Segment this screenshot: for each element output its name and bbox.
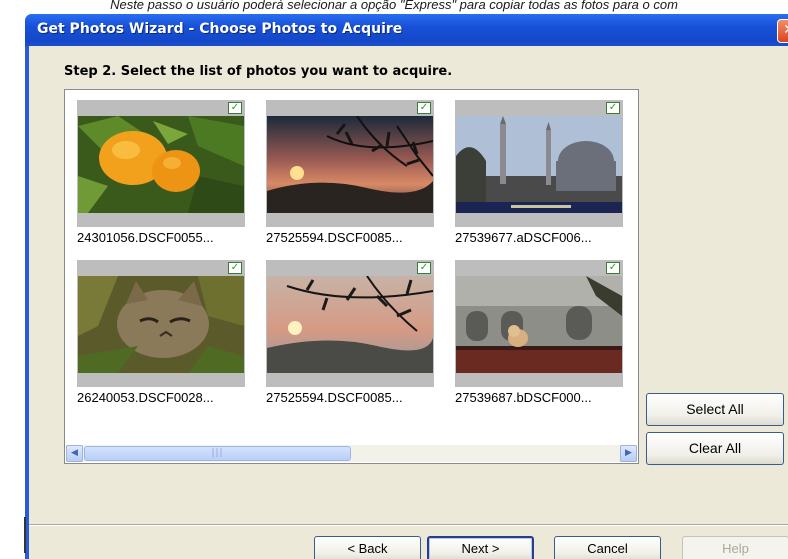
photo-thumbnail [267,276,433,373]
window-title: Get Photos Wizard - Choose Photos to Acq… [37,21,403,37]
cancel-button[interactable]: Cancel [554,536,661,559]
help-button[interactable]: Help [682,536,788,559]
photo-checkbox[interactable]: ✓ [606,262,620,274]
checkmark-icon: ✓ [608,262,618,273]
dialog-body: Step 2. Select the list of photos you wa… [29,46,788,559]
checkmark-icon: ✓ [419,262,429,273]
photo-thumbnail-frame: ✓ [455,100,623,227]
photo-filename: 27539687.bDSCF000... [455,390,592,405]
checkmark-icon: ✓ [230,262,240,273]
checkmark-icon: ✓ [230,102,240,113]
close-icon: ✕ [783,22,788,38]
photo-checkbox[interactable]: ✓ [228,262,242,274]
photo-filename: 27539677.aDSCF006... [455,230,592,245]
wizard-window: Get Photos Wizard - Choose Photos to Acq… [25,14,788,559]
next-button[interactable]: Next > [427,536,534,559]
photo-checkbox[interactable]: ✓ [606,102,620,114]
photo-list[interactable]: ✓ 24301056.DSCF0055... ✓ 27525594.DSCF00… [64,89,639,464]
page-edge-mark [24,517,26,553]
photo-thumbnail [267,116,433,213]
photo-thumbnail [78,116,244,213]
scroll-left-button[interactable]: ◀ [66,445,83,462]
photo-filename: 27525594.DSCF0085... [266,390,403,405]
footer-separator [29,524,788,526]
arrow-right-icon: ▶ [625,448,632,458]
photo-thumbnail [78,276,244,373]
photo-thumbnail-frame: ✓ [77,260,245,387]
photo-thumbnail [456,116,622,213]
photo-filename: 24301056.DSCF0055... [77,230,214,245]
step-instruction: Step 2. Select the list of photos you wa… [64,64,453,79]
close-button[interactable]: ✕ [777,19,788,43]
photo-checkbox[interactable]: ✓ [417,102,431,114]
photo-filename: 27525594.DSCF0085... [266,230,403,245]
checkmark-icon: ✓ [608,102,618,113]
photo-thumbnail-frame: ✓ [455,260,623,387]
horizontal-scrollbar[interactable]: ◀ ||| ▶ [66,445,637,462]
photo-thumbnail-frame: ✓ [266,100,434,227]
scroll-thumb[interactable]: ||| [84,446,351,461]
title-bar[interactable]: Get Photos Wizard - Choose Photos to Acq… [25,14,788,46]
grip-icon: ||| [211,448,224,458]
photo-checkbox[interactable]: ✓ [417,262,431,274]
scroll-right-button[interactable]: ▶ [620,445,637,462]
checkmark-icon: ✓ [419,102,429,113]
photo-thumbnail-frame: ✓ [266,260,434,387]
select-all-button[interactable]: Select All [646,393,784,426]
photo-checkbox[interactable]: ✓ [228,102,242,114]
page-caption: Neste passo o usuário poderá selecionar … [110,0,678,12]
arrow-left-icon: ◀ [71,448,78,458]
clear-all-button[interactable]: Clear All [646,432,784,465]
photo-thumbnail [456,276,622,373]
back-button[interactable]: < Back [314,536,421,559]
photo-filename: 26240053.DSCF0028... [77,390,214,405]
photo-thumbnail-frame: ✓ [77,100,245,227]
